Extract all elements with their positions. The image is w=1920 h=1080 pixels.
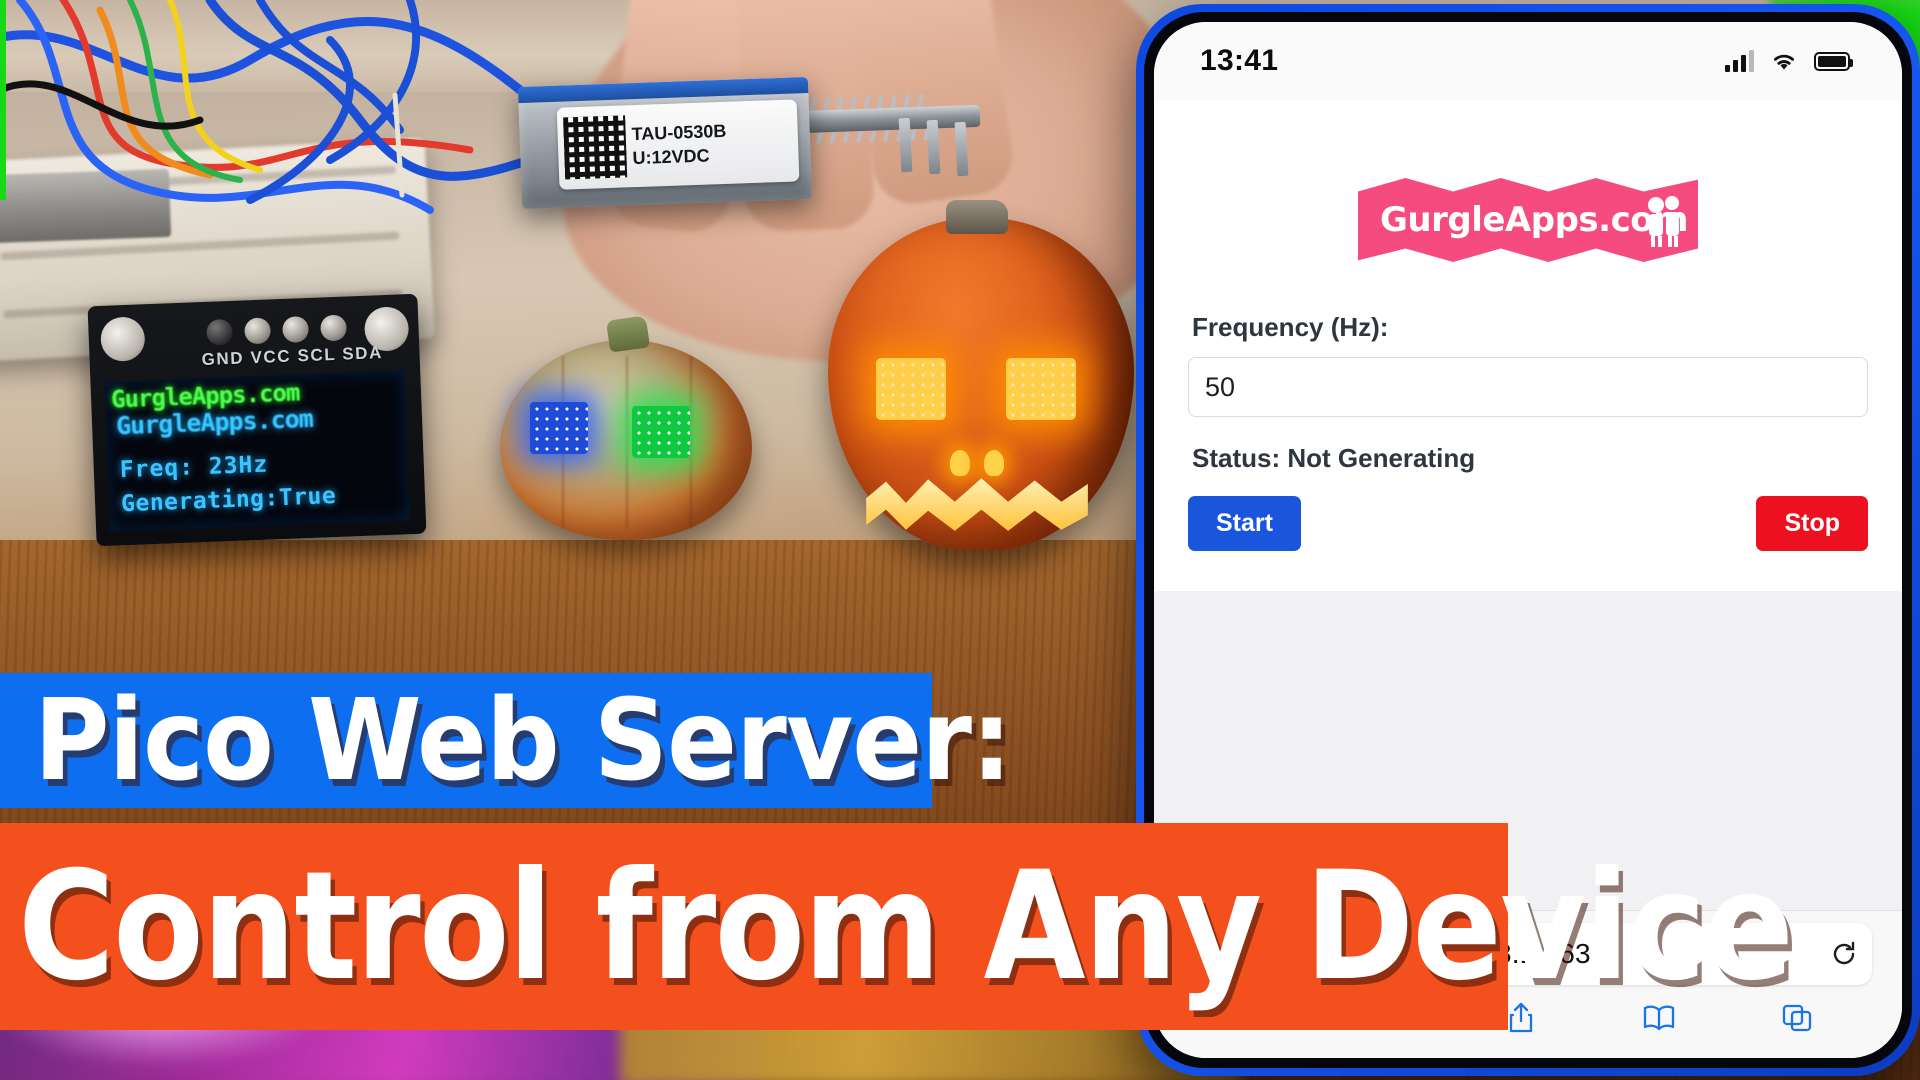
stop-button[interactable]: Stop <box>1756 496 1868 551</box>
gurgleapps-logo: GurgleApps.com <box>1358 178 1698 262</box>
solenoid-model: TAU-0530B <box>631 120 727 144</box>
oled-frequency-line: Freq: 23Hz <box>119 451 269 484</box>
title-line-1: Pico Web Server: <box>34 675 1012 806</box>
battery-icon <box>1814 51 1853 71</box>
logo-container: GurgleApps.com <box>1188 126 1868 306</box>
family-icon <box>1648 196 1679 247</box>
title-line-2: Control from Any Device <box>18 839 1794 1014</box>
pumpkin-mouth <box>866 478 1088 531</box>
screenshot-root: TAU-0530B U:12VDC GND VCC SCL SDA Gurgle… <box>0 0 1920 1080</box>
status-text: Status: Not Generating <box>1192 443 1476 473</box>
small-pumpkin <box>500 315 752 540</box>
oled-screen: GurgleApps.com GurgleApps.com Freq: 23Hz… <box>104 370 410 532</box>
oled-generating-line: Generating:True <box>120 483 337 518</box>
pumpkin-stem <box>946 200 1008 234</box>
carved-jack-o-lantern <box>828 200 1134 550</box>
oled-brand: GurgleApps.com <box>115 403 314 441</box>
mounting-hole <box>99 316 146 362</box>
wifi-icon <box>1774 54 1794 70</box>
pumpkin-nose <box>950 450 970 476</box>
button-row: Start Stop <box>1188 496 1868 551</box>
led-matrix-eye-right <box>1006 358 1076 420</box>
oled-header-pins <box>206 314 348 346</box>
solenoid-actuator: TAU-0530B U:12VDC <box>517 76 813 210</box>
web-app-card: GurgleApps.com Frequency (Hz): 50 Status… <box>1154 100 1902 591</box>
pumpkin-stem <box>605 315 651 353</box>
qr-code-icon <box>563 115 628 180</box>
title-banner-secondary: Control from Any Device <box>0 823 1794 1030</box>
oled-pin-labels: GND VCC SCL SDA <box>201 343 384 370</box>
edge-accent <box>0 0 6 200</box>
led-matrix-eye-blue <box>530 402 588 454</box>
title-banner-primary: Pico Web Server: <box>0 673 1012 808</box>
solenoid-voltage: U:12VDC <box>632 145 710 169</box>
start-button[interactable]: Start <box>1188 496 1301 551</box>
signal-bars-icon <box>1725 50 1754 72</box>
pumpkin-nose <box>984 450 1004 476</box>
frequency-input[interactable] <box>1188 357 1868 417</box>
led-matrix-eye-left <box>876 358 946 420</box>
status-bar-clock: 13:41 <box>1200 44 1279 77</box>
oled-display-module: GND VCC SCL SDA GurgleApps.com GurgleApp… <box>87 293 427 547</box>
status-bar-icons <box>1725 50 1853 72</box>
ios-status-bar: 13:41 <box>1154 22 1902 100</box>
solenoid-label: TAU-0530B U:12VDC <box>556 99 800 190</box>
reload-icon[interactable] <box>1816 939 1872 969</box>
led-matrix-eye-green <box>632 406 690 458</box>
frequency-label: Frequency (Hz): <box>1192 312 1389 342</box>
